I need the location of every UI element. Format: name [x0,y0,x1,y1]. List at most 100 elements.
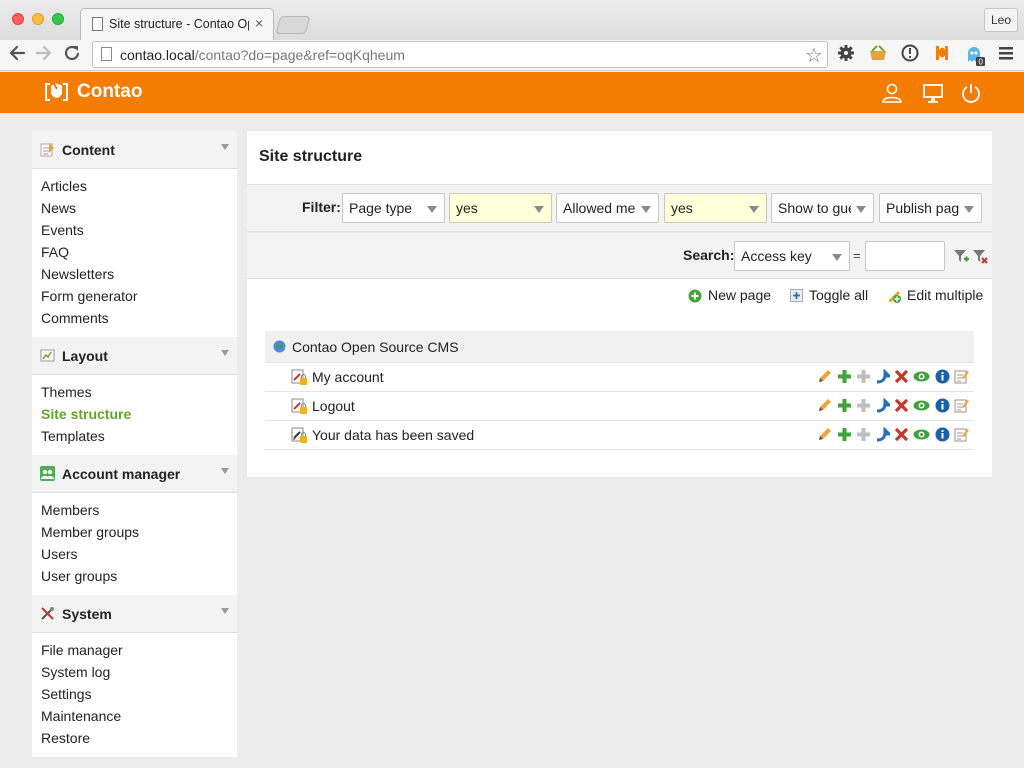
search-input[interactable] [865,241,945,271]
filter-allowed-members-value-select[interactable]: yes [664,193,767,223]
svg-text:0: 0 [979,58,984,67]
tab-close-button[interactable]: × [255,15,263,31]
info-icon[interactable] [935,398,950,413]
sidebar-item-users[interactable]: Users [41,545,237,567]
delete-icon[interactable] [894,398,909,413]
filter-show-to-guests-select[interactable]: Show to gue [771,193,874,223]
filter-reset-icon[interactable] [972,248,988,264]
sidebar-group-header[interactable]: System [32,595,237,633]
sidebar-item-members[interactable]: Members [41,501,237,523]
chevron-down-icon[interactable] [221,350,229,356]
reload-button[interactable] [63,44,81,67]
toggle-visibility-icon[interactable] [913,398,930,413]
browser-tab-active[interactable]: Site structure - Contao Opе × [80,8,274,40]
sidebar-group-header[interactable]: Layout [32,337,237,375]
toggle-all-link[interactable]: Toggle all [809,287,868,303]
power-icon[interactable] [960,82,982,104]
copy-icon[interactable] [856,398,871,413]
sidebar-item-news[interactable]: News [41,199,237,221]
toggle-visibility-icon[interactable] [913,369,930,384]
edit-pencil-icon[interactable] [817,427,832,442]
toggle-all-icon[interactable] [790,289,803,302]
sidebar-item-maintenance[interactable]: Maintenance [41,707,237,729]
toggle-visibility-icon[interactable] [913,427,930,442]
add-icon[interactable] [837,398,852,413]
move-icon[interactable] [875,369,890,384]
close-window-button[interactable] [12,13,24,25]
new-page-icon[interactable] [688,289,702,303]
back-button[interactable] [8,44,26,67]
chevron-down-icon[interactable] [221,144,229,150]
edit-pencil-icon[interactable] [817,369,832,384]
info-icon[interactable] [935,369,950,384]
sidebar-item-system-log[interactable]: System log [41,663,237,685]
sidebar-item-form-generator[interactable]: Form generator [41,287,237,309]
sidebar-item-comments[interactable]: Comments [41,309,237,331]
chevron-down-icon[interactable] [221,608,229,614]
sidebar-item-templates[interactable]: Templates [41,427,237,449]
tree-row[interactable]: Logout [265,392,974,421]
tree-row[interactable]: Your data has been saved [265,421,974,450]
edit-articles-icon[interactable] [954,369,969,384]
add-icon[interactable] [837,369,852,384]
filter-allowed-members-select[interactable]: Allowed mer [556,193,659,223]
add-icon[interactable] [837,427,852,442]
sidebar-item-faq[interactable]: FAQ [41,243,237,265]
new-page-link[interactable]: New page [708,287,771,303]
browser-titlebar: Site structure - Contao Opе × Leo [0,0,1024,40]
copy-icon[interactable] [856,369,871,384]
sidebar-group-header[interactable]: Content [32,131,237,169]
bookmark-star-icon[interactable]: ☆ [805,43,823,68]
notepad-icon [40,143,54,157]
sidebar-item-newsletters[interactable]: Newsletters [41,265,237,287]
delete-icon[interactable] [894,427,909,442]
sidebar-item-site-structure[interactable]: Site structure [41,405,237,427]
filter-page-type-select[interactable]: Page type [342,193,445,223]
sidebar-group-title: System [62,606,112,622]
tab-title: Site structure - Contao Opе [109,17,249,31]
sidebar-item-events[interactable]: Events [41,221,237,243]
tree-root-row[interactable]: Contao Open Source CMS [265,331,974,363]
sidebar-item-member-groups[interactable]: Member groups [41,523,237,545]
monitor-icon[interactable] [922,82,944,104]
search-field-select[interactable]: Access key [734,241,850,271]
tree-row[interactable]: My account [265,363,974,392]
forward-button[interactable] [35,44,53,67]
minimize-window-button[interactable] [32,13,44,25]
info-icon[interactable] [935,427,950,442]
ghost-extension-icon[interactable]: 0 [964,44,985,67]
filter-publish-page-select[interactable]: Publish page [879,193,982,223]
move-icon[interactable] [875,427,890,442]
edit-multiple-icon[interactable] [886,287,902,303]
app-logo-text[interactable]: Contao [77,81,142,103]
tree-row-label: Logout [312,398,355,414]
address-bar[interactable]: contao.local/contao?do=page&ref=oqKqheum… [92,41,828,68]
sidebar-item-file-manager[interactable]: File manager [41,641,237,663]
edit-articles-icon[interactable] [954,398,969,413]
new-tab-button[interactable] [275,16,311,34]
delete-icon[interactable] [894,369,909,384]
chevron-down-icon[interactable] [221,468,229,474]
gear-icon[interactable] [836,44,856,64]
protected-page-icon [291,398,307,414]
edit-pencil-icon[interactable] [817,398,832,413]
copy-icon[interactable] [856,427,871,442]
sidebar-item-user-groups[interactable]: User groups [41,567,237,589]
sidebar-item-restore[interactable]: Restore [41,729,237,751]
zoom-window-button[interactable] [52,13,64,25]
sidebar-item-settings[interactable]: Settings [41,685,237,707]
user-icon[interactable] [881,82,903,104]
menu-icon[interactable] [996,44,1016,64]
profile-button[interactable]: Leo [984,8,1018,32]
contao-extension-icon[interactable] [932,44,952,64]
sidebar-group-header[interactable]: Account manager [32,455,237,493]
edit-articles-icon[interactable] [954,427,969,442]
filter-apply-icon[interactable] [953,248,969,264]
move-icon[interactable] [875,398,890,413]
edit-multiple-link[interactable]: Edit multiple [907,287,983,303]
filter-page-type-value-select[interactable]: yes [449,193,552,223]
basket-extension-icon[interactable] [868,44,888,64]
sidebar-item-articles[interactable]: Articles [41,177,237,199]
sidebar-item-themes[interactable]: Themes [41,383,237,405]
info-extension-icon[interactable] [900,44,920,64]
